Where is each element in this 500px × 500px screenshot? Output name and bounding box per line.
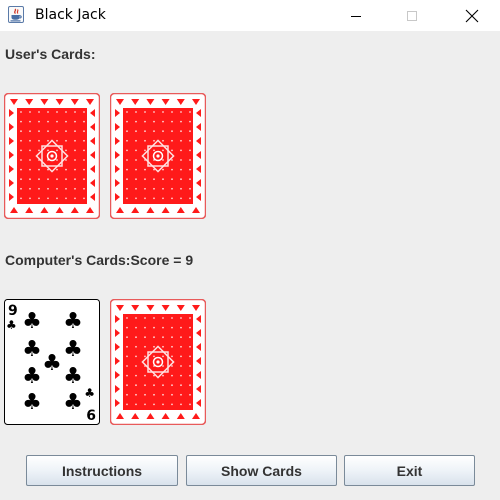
card-suit-bottom: ♣ (84, 386, 95, 400)
maximize-button[interactable] (389, 0, 435, 31)
exit-button[interactable]: Exit (344, 455, 475, 486)
instructions-button[interactable]: Instructions (26, 455, 178, 486)
club-pip: ♣ (22, 364, 42, 389)
club-pip: ♣ (22, 337, 42, 362)
user-card-1-back (4, 93, 100, 219)
game-panel: User's Cards: Computer's Cards:Score = 9… (0, 31, 500, 500)
card-suit-top: ♣ (6, 318, 17, 332)
close-icon (465, 9, 479, 22)
close-button[interactable] (449, 0, 495, 31)
club-pip: ♣ (22, 390, 42, 415)
window-title: Black Jack (35, 7, 106, 23)
java-cup-icon[interactable] (8, 6, 24, 23)
computer-card-1-nine-of-clubs: 9 ♣ ♣ ♣ ♣ ♣ ♣ ♣ ♣ ♣ ♣ ♣ 6 (4, 299, 100, 425)
computer-cards-label: Computer's Cards:Score = 9 (5, 252, 194, 268)
club-pip: ♣ (63, 364, 83, 389)
user-card-2-back (110, 93, 206, 219)
maximize-icon (407, 10, 417, 21)
club-pip: ♣ (42, 351, 62, 376)
club-pip: ♣ (22, 309, 42, 334)
club-pip: ♣ (63, 337, 83, 362)
computer-card-2-back (110, 299, 206, 425)
show-cards-button[interactable]: Show Cards (186, 455, 337, 486)
window-titlebar: Black Jack (0, 0, 500, 31)
minimize-button[interactable] (333, 0, 379, 31)
club-pip: ♣ (63, 390, 83, 415)
user-cards-label: User's Cards: (5, 46, 96, 62)
club-pip: ♣ (63, 309, 83, 334)
minimize-icon (351, 15, 361, 17)
card-rank-top: 9 (8, 303, 18, 319)
card-rank-bottom: 6 (86, 408, 96, 424)
